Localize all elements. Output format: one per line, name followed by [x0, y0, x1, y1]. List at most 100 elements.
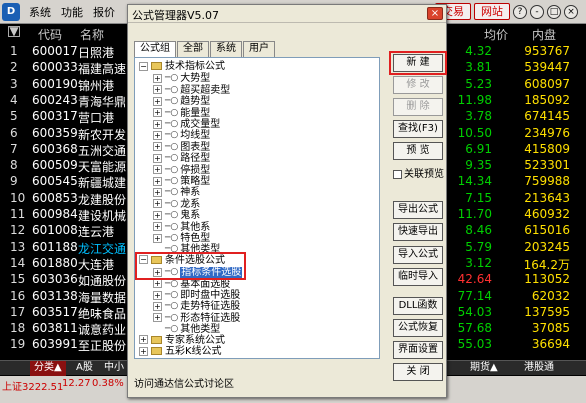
tree-formula-node[interactable]: + ─○ 策略型 — [153, 175, 210, 187]
tree-folder-node[interactable]: + 五彩K线公式 — [139, 346, 222, 358]
expand-icon[interactable]: + — [153, 222, 162, 232]
expand-icon[interactable]: + — [153, 210, 162, 220]
find-button[interactable]: 查找(F3) — [393, 120, 443, 138]
menu-item-function[interactable]: 功能 — [56, 4, 88, 20]
dialog-titlebar[interactable]: 公式管理器V5.07 × — [128, 5, 446, 23]
tree-formula-node[interactable]: + ─○ 即时盘中选股 — [153, 289, 240, 301]
menu-item-system[interactable]: 系统 — [24, 4, 56, 20]
tree-folder-node[interactable]: − 技术指标公式 — [139, 61, 225, 73]
expand-icon[interactable]: + — [153, 199, 162, 209]
tab-all[interactable]: 全部 — [177, 41, 209, 57]
link-preview-checkbox[interactable]: 关联预览 — [393, 165, 444, 180]
tab-futures[interactable]: 期货▲ — [466, 361, 502, 376]
column-header-avg[interactable]: 均价 — [484, 26, 508, 43]
expand-icon[interactable]: + — [153, 108, 162, 118]
tree-formula-node[interactable]: + ─○ 图表型 — [153, 141, 210, 153]
tree-formula-node[interactable]: + ─○ 形态特征选股 — [153, 312, 240, 324]
tree-node-label: 趋势型 — [180, 96, 211, 108]
forum-link[interactable]: 访问通达信公式讨论区 — [134, 375, 234, 390]
tree-formula-node[interactable]: + ─○ 走势特征选股 — [153, 300, 240, 312]
tab-formula-group[interactable]: 公式组 — [134, 41, 176, 57]
tree-folder-node[interactable]: + 专家系统公式 — [139, 335, 225, 347]
tab-user[interactable]: 用户 — [243, 41, 275, 57]
row-index: 4 — [10, 92, 18, 107]
tree-node-label: 能量型 — [180, 107, 211, 119]
expand-icon[interactable]: + — [153, 233, 162, 243]
help-icon[interactable]: ? — [513, 4, 527, 19]
tree-formula-node[interactable]: + ─○ 成交量型 — [153, 118, 220, 130]
stock-code: 603517 — [32, 304, 78, 319]
expand-icon[interactable]: + — [153, 301, 162, 311]
menu-item-quote[interactable]: 报价 — [88, 4, 120, 20]
collapse-icon[interactable]: − — [139, 61, 148, 71]
formula-icon: ─○ — [165, 153, 179, 164]
expand-icon[interactable]: + — [153, 290, 162, 300]
folder-icon — [151, 335, 162, 344]
tree-formula-node[interactable]: + ─○ 能量型 — [153, 107, 210, 119]
import-formula-button[interactable]: 导入公式 — [393, 246, 443, 264]
expand-icon[interactable]: + — [153, 176, 162, 186]
expand-icon[interactable]: + — [153, 142, 162, 152]
tree-formula-node[interactable]: + ─○ 趋势型 — [153, 95, 210, 107]
stock-name: 至正股份 — [78, 339, 127, 354]
tab-system[interactable]: 系统 — [210, 41, 242, 57]
expand-icon[interactable]: + — [153, 279, 162, 289]
export-formula-button[interactable]: 导出公式 — [393, 201, 443, 219]
formula-icon: ─○ — [165, 301, 179, 312]
expand-icon[interactable]: + — [153, 313, 162, 323]
close-button[interactable]: 关 闭 — [393, 363, 443, 381]
dll-function-button[interactable]: DLL函数 — [393, 297, 443, 315]
tree-formula-node[interactable]: + ─○ 特色型 — [153, 232, 210, 244]
expand-icon[interactable]: + — [139, 346, 148, 356]
tree-formula-node[interactable]: + ─○ 超买超卖型 — [153, 84, 230, 96]
quick-export-button[interactable]: 快速导出 — [393, 223, 443, 241]
tree-formula-node[interactable]: + ─○ 停损型 — [153, 164, 210, 176]
column-header-inner[interactable]: 内盘 — [532, 26, 556, 43]
expand-icon[interactable]: + — [153, 119, 162, 129]
expand-icon[interactable]: + — [153, 85, 162, 95]
tree-formula-node[interactable]: + ─○ 龙系 — [153, 198, 200, 210]
tree-formula-node[interactable]: + ─○ 其他系 — [153, 221, 210, 233]
website-button[interactable]: 网站 — [474, 3, 510, 20]
restore-formula-button[interactable]: 公式恢复 — [393, 319, 443, 337]
column-header-code[interactable]: 代码 — [38, 26, 62, 43]
maximize-icon[interactable]: □ — [547, 4, 561, 19]
expand-icon[interactable]: + — [139, 335, 148, 345]
stock-code: 600984 — [32, 207, 78, 221]
expand-icon[interactable]: + — [153, 165, 162, 175]
tab-category[interactable]: 分类▲ — [30, 361, 66, 376]
tree-formula-node[interactable]: + ─○ 神系 — [153, 186, 200, 198]
tree-formula-node[interactable]: + ─○ 路径型 — [153, 152, 210, 164]
column-header-name[interactable]: 名称 — [80, 26, 104, 43]
checkbox-box[interactable] — [393, 169, 402, 179]
expand-icon[interactable]: + — [153, 187, 162, 197]
expand-icon[interactable]: + — [153, 153, 162, 163]
dialog-close-icon[interactable]: × — [427, 7, 443, 20]
tree-formula-node[interactable]: + ─○ 大势型 — [153, 72, 210, 84]
inner-volume: 203245 — [524, 239, 570, 254]
formula-icon: ─○ — [165, 107, 179, 118]
tree-node-label: 其他类型 — [180, 324, 221, 336]
expand-icon[interactable]: + — [153, 130, 162, 140]
dropdown-arrow-icon[interactable]: ▼ — [8, 25, 20, 37]
tab-sme[interactable]: 中小 — [100, 361, 128, 376]
index-value: 上证3222.51 — [2, 382, 64, 393]
tree-formula-node[interactable]: ─○ 其他类型 — [153, 323, 220, 335]
ui-settings-button[interactable]: 界面设置 — [393, 341, 443, 359]
expand-icon[interactable]: + — [153, 73, 162, 83]
formula-tree[interactable]: − 技术指标公式 + ─○ 大势型 + ─○ 超买超卖型 + ─○ 趋势型 + ─○ 能量型 + ─○ 成交量型… — [134, 57, 380, 359]
minimize-icon[interactable]: - — [530, 4, 544, 19]
close-icon[interactable]: × — [564, 4, 578, 19]
temp-import-button[interactable]: 临时导入 — [393, 268, 443, 286]
inner-volume: 539447 — [524, 60, 570, 75]
delete-button[interactable]: 删 除 — [393, 98, 443, 116]
inner-volume: 62032 — [531, 288, 570, 303]
stock-code: 603036 — [32, 272, 78, 287]
preview-button[interactable]: 预 览 — [393, 142, 443, 160]
tree-formula-node[interactable]: + ─○ 均线型 — [153, 129, 210, 141]
tab-hk-connect[interactable]: 港股通 — [520, 361, 558, 376]
edit-button[interactable]: 修 改 — [393, 76, 443, 94]
expand-icon[interactable]: + — [153, 96, 162, 106]
tab-a-shares[interactable]: A股 — [72, 361, 97, 376]
tree-formula-node[interactable]: + ─○ 鬼系 — [153, 209, 200, 221]
